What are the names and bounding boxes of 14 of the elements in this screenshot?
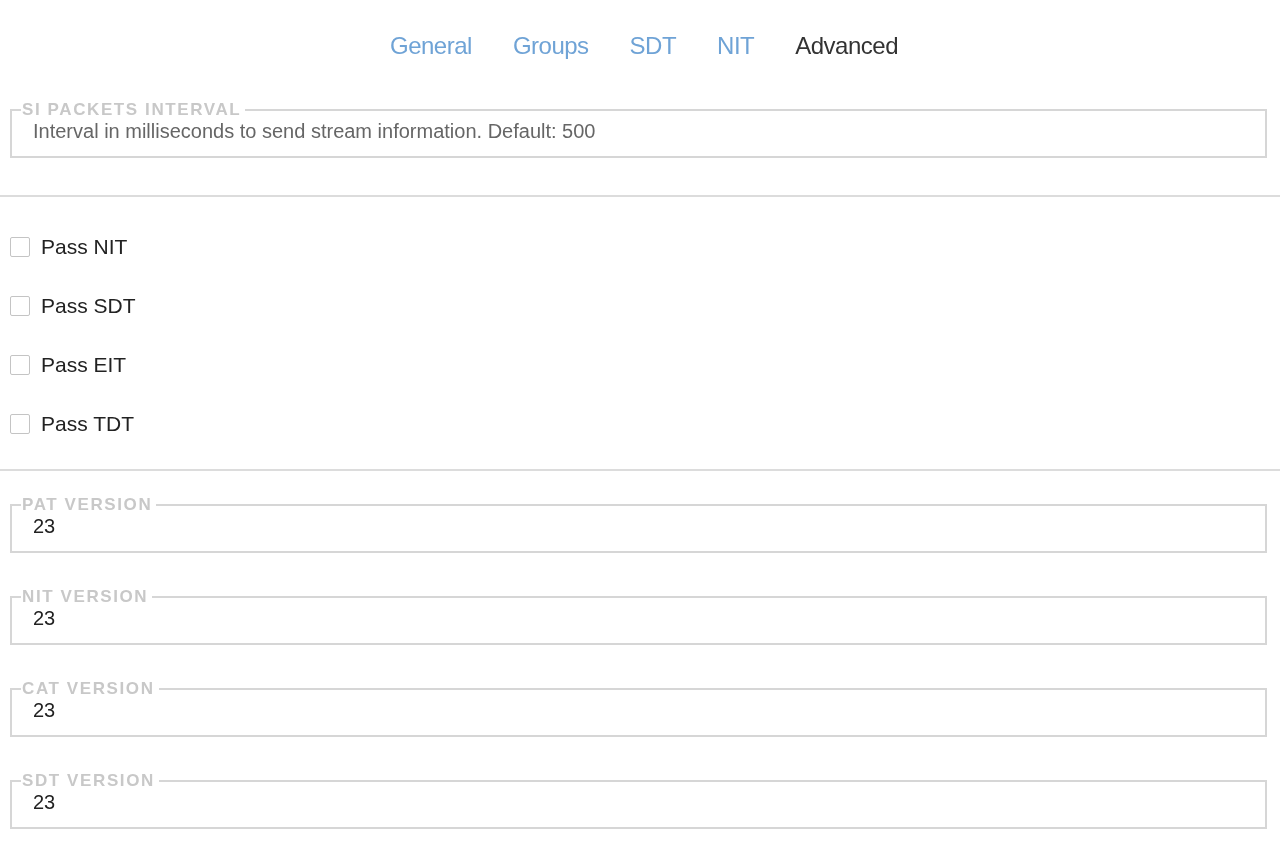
checkbox[interactable] — [10, 354, 30, 375]
text-input[interactable]: Interval in milliseconds to send stream information. Default: 500 — [33, 119, 1247, 143]
text-input[interactable]: 23 — [33, 790, 1247, 814]
checkbox[interactable] — [10, 236, 30, 257]
checkbox-label: Pass SDT — [41, 293, 136, 318]
tab[interactable]: Advanced — [787, 29, 898, 63]
checkbox-label: Pass TDT — [41, 411, 134, 436]
checkbox[interactable] — [10, 295, 30, 316]
text-input[interactable]: 23 — [33, 606, 1247, 630]
text-input[interactable]: 23 — [33, 514, 1247, 538]
checkbox[interactable] — [10, 413, 30, 434]
text-input[interactable]: 23 — [33, 698, 1247, 722]
checkbox-label: Pass EIT — [41, 352, 127, 377]
checkbox-label: Pass NIT — [41, 234, 128, 259]
